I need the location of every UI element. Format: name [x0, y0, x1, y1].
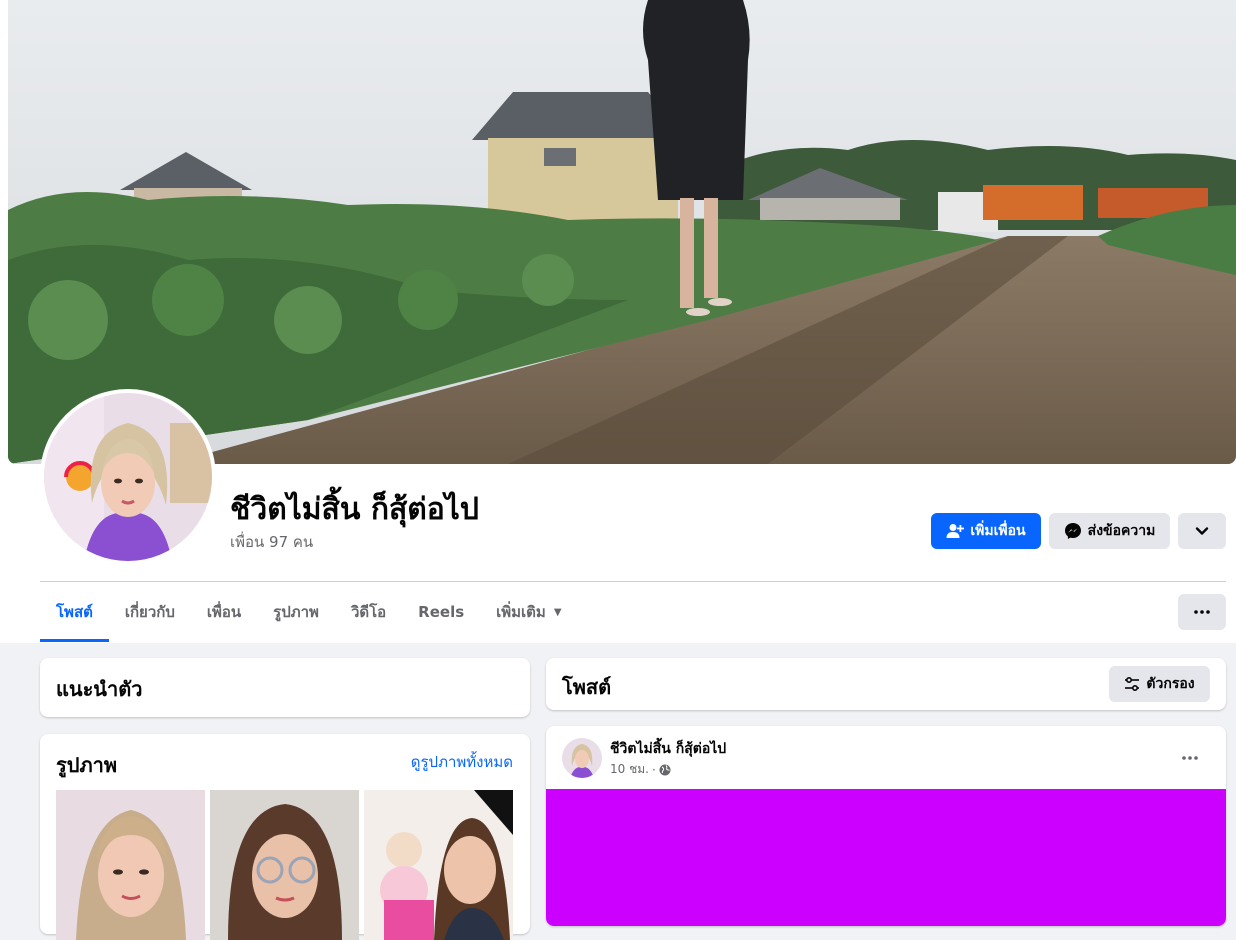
tab-label: Reels — [418, 603, 465, 621]
photos-title: รูปภาพ — [56, 753, 118, 777]
cover-photo[interactable] — [8, 0, 1236, 464]
message-button[interactable]: ส่งข้อความ — [1049, 513, 1170, 549]
photo-image — [210, 790, 359, 940]
posts-header-card: โพสต์ ตัวกรอง — [546, 658, 1226, 710]
profile-tabs: โพสต์ เกี่ยวกับ เพื่อน รูปภาพ วิดีโอ Ree… — [40, 582, 578, 642]
more-horizontal-icon — [1182, 756, 1198, 760]
tab-reels[interactable]: Reels — [402, 582, 480, 642]
tab-posts[interactable]: โพสต์ — [40, 582, 109, 642]
more-horizontal-icon — [1194, 610, 1210, 614]
profile-avatar[interactable] — [40, 389, 216, 565]
avatar-image — [44, 393, 212, 561]
sliders-icon — [1124, 677, 1140, 691]
tabs-more-button[interactable] — [1178, 594, 1226, 630]
chevron-down-icon — [1195, 526, 1209, 536]
post-time[interactable]: 10 ชม. — [610, 760, 649, 779]
intro-card: แนะนำตัว — [40, 658, 530, 717]
post-menu-button[interactable] — [1172, 740, 1208, 776]
profile-name: ชีวิตไม่สิ้น ก็สุ้ต่อไป — [230, 492, 479, 527]
messenger-icon — [1064, 522, 1082, 540]
tab-label: เพื่อน — [206, 603, 242, 621]
tab-label: รูปภาพ — [273, 603, 319, 621]
meta-separator: · — [651, 762, 656, 777]
person-add-icon — [946, 523, 965, 539]
tab-label: เกี่ยวกับ — [124, 603, 175, 621]
filter-button[interactable]: ตัวกรอง — [1109, 666, 1210, 702]
tab-more[interactable]: เพิ่มเติม ▼ — [480, 582, 577, 642]
photo-thumbnail[interactable] — [210, 790, 359, 940]
tab-friends[interactable]: เพื่อน — [191, 582, 257, 642]
tab-label: เพิ่มเติม — [496, 603, 546, 621]
cover-photo-image — [8, 0, 1236, 464]
globe-icon — [659, 764, 671, 776]
post-author-name[interactable]: ชีวิตไม่สิ้น ก็สุ้ต่อไป — [610, 738, 726, 760]
tab-label: วิดีโอ — [350, 603, 387, 621]
post-author-avatar[interactable] — [562, 738, 602, 778]
add-friend-label: เพิ่มเพื่อน — [970, 523, 1026, 539]
photo-thumbnail[interactable] — [56, 790, 205, 940]
add-friend-button[interactable]: เพิ่มเพื่อน — [931, 513, 1041, 549]
photo-image — [364, 790, 513, 940]
photo-thumbnail[interactable] — [364, 790, 513, 940]
photo-image — [56, 790, 205, 940]
post-meta: 10 ชม. · — [610, 760, 671, 779]
tab-photos[interactable]: รูปภาพ — [257, 582, 335, 642]
intro-title: แนะนำตัว — [56, 677, 143, 701]
caret-down-icon: ▼ — [553, 606, 562, 618]
post-image[interactable] — [546, 789, 1226, 926]
post-card: ชีวิตไม่สิ้น ก็สุ้ต่อไป 10 ชม. · — [546, 726, 1226, 926]
avatar-image — [562, 738, 602, 778]
see-all-photos-link[interactable]: ดูรูปภาพทั้งหมด — [411, 750, 513, 774]
profile-more-button[interactable] — [1178, 513, 1226, 549]
posts-title: โพสต์ — [562, 675, 612, 699]
tab-about[interactable]: เกี่ยวกับ — [109, 582, 191, 642]
friend-count[interactable]: เพื่อน 97 คน — [230, 530, 313, 554]
tab-videos[interactable]: วิดีโอ — [335, 582, 402, 642]
photos-card: รูปภาพ ดูรูปภาพทั้งหมด — [40, 734, 530, 940]
profile-header: ชีวิตไม่สิ้น ก็สุ้ต่อไป เพื่อน 97 คน เพิ… — [0, 0, 1236, 643]
tab-label: โพสต์ — [56, 603, 93, 621]
message-label: ส่งข้อความ — [1087, 523, 1156, 539]
filter-label: ตัวกรอง — [1146, 676, 1195, 692]
